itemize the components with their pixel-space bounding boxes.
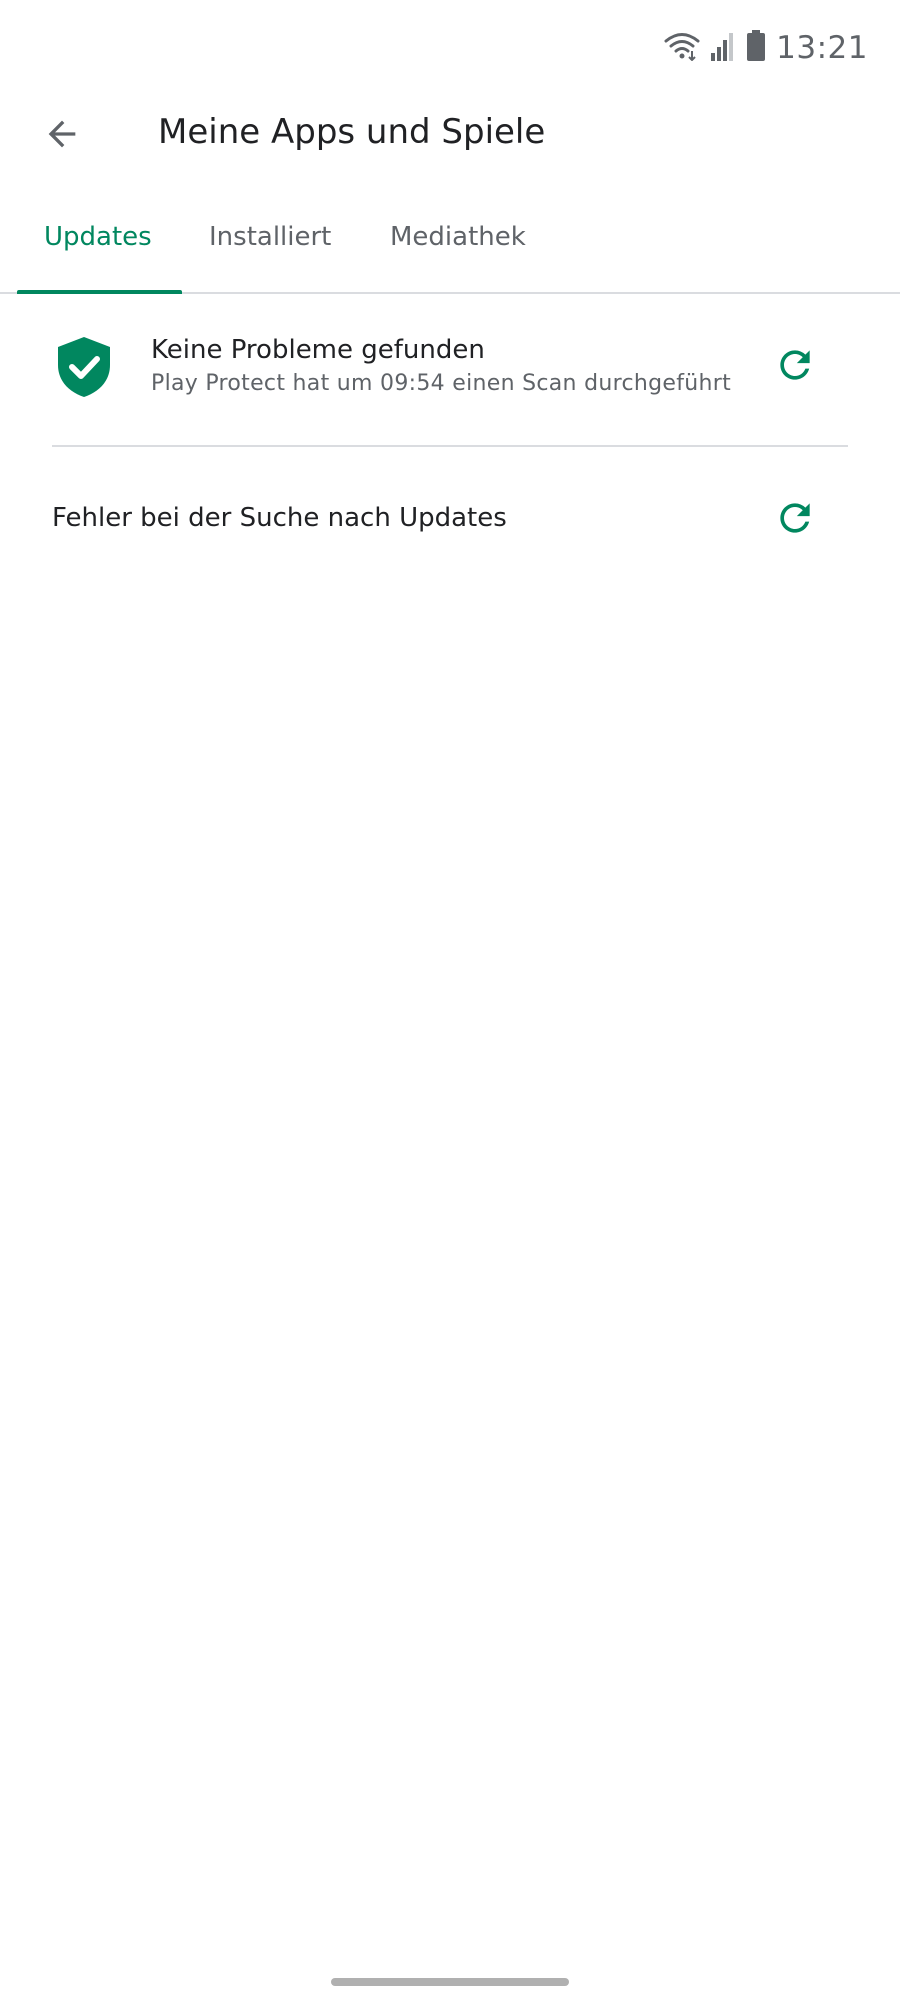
status-time: 13:21 — [776, 30, 868, 66]
section-divider — [52, 445, 848, 447]
tab-mediathek[interactable]: Mediathek — [390, 222, 526, 252]
refresh-icon — [773, 343, 817, 391]
updates-refresh-button[interactable] — [767, 492, 823, 548]
update-error-row: Fehler bei der Suche nach Updates — [0, 480, 900, 560]
status-bar: 13:21 — [0, 0, 900, 100]
play-protect-refresh-button[interactable] — [767, 339, 823, 395]
back-button[interactable] — [30, 108, 94, 164]
active-tab-indicator — [17, 290, 182, 294]
gesture-nav-handle[interactable] — [331, 1978, 569, 1986]
shield-check-icon — [55, 335, 113, 399]
arrow-back-icon — [42, 114, 82, 158]
refresh-icon — [773, 496, 817, 544]
tab-bar: Updates Installiert Mediathek — [0, 200, 900, 294]
tab-installiert[interactable]: Installiert — [209, 222, 331, 252]
app-bar: Meine Apps und Spiele — [0, 100, 900, 170]
page-title: Meine Apps und Spiele — [158, 112, 546, 152]
update-error-message: Fehler bei der Suche nach Updates — [52, 503, 507, 533]
battery-icon — [746, 30, 766, 66]
wifi-icon — [664, 31, 700, 65]
tab-updates[interactable]: Updates — [44, 222, 152, 252]
signal-icon — [710, 31, 736, 65]
play-protect-status: Keine Probleme gefunden Play Protect hat… — [0, 315, 900, 425]
play-protect-subtitle: Play Protect hat um 09:54 einen Scan dur… — [151, 371, 732, 396]
status-icons: 13:21 — [664, 30, 868, 66]
play-protect-title: Keine Probleme gefunden — [151, 335, 485, 365]
